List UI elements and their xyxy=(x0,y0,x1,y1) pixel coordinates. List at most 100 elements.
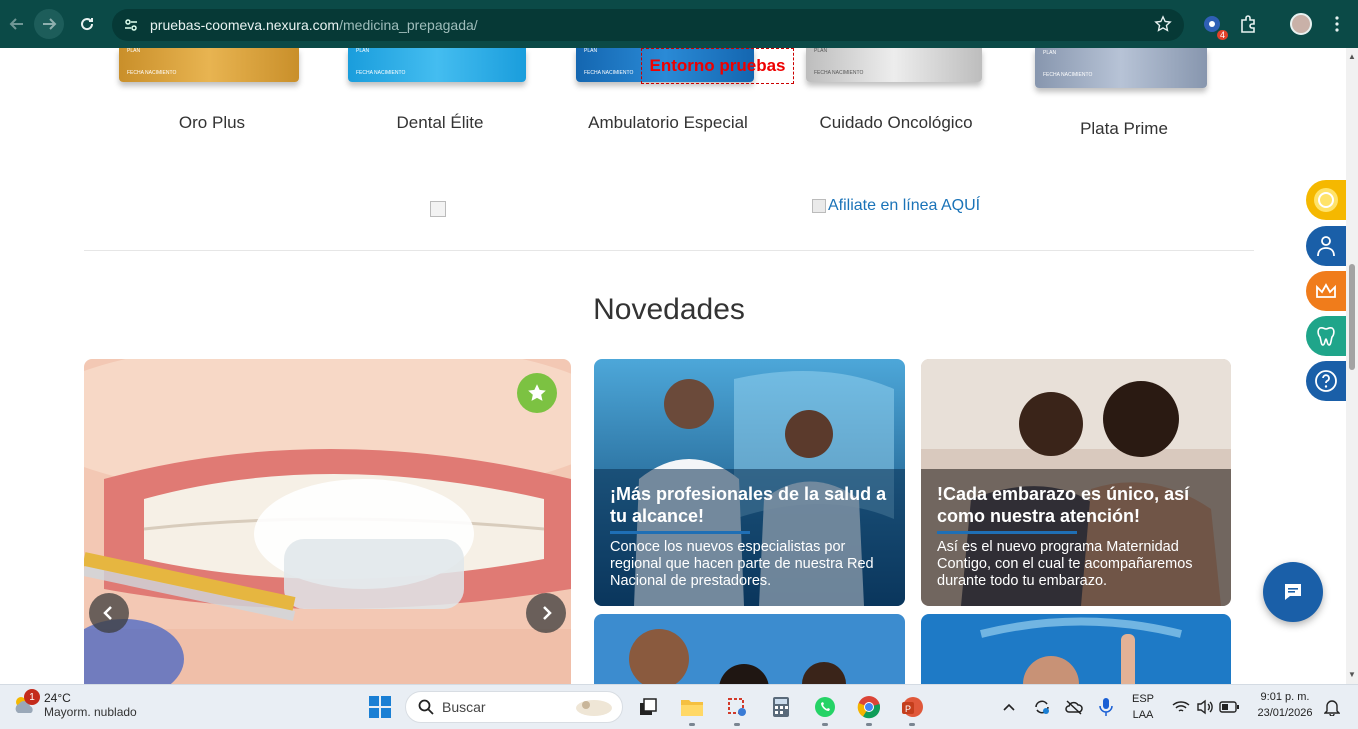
plan-name[interactable]: Dental Élite xyxy=(340,113,540,133)
doctor-button[interactable] xyxy=(1306,226,1346,266)
menu-kebab-icon[interactable] xyxy=(1325,12,1349,36)
weather-badge: 1 xyxy=(24,689,40,705)
section-title: Novedades xyxy=(593,293,745,326)
doctor-icon xyxy=(1317,236,1335,257)
url-host: pruebas-coomeva.nexura.com xyxy=(150,17,340,33)
forward-button[interactable] xyxy=(34,9,64,39)
tooth-button[interactable] xyxy=(1306,316,1346,356)
battery-icon[interactable] xyxy=(1215,693,1243,721)
chevron-left-icon xyxy=(103,606,112,620)
running-indicator xyxy=(734,723,740,726)
news-text: Conoce los nuevos especialistas por regi… xyxy=(610,539,874,589)
weather-desc: Mayorm. nublado xyxy=(44,705,137,719)
calculator-icon[interactable] xyxy=(767,693,795,721)
crown-icon xyxy=(1316,283,1336,298)
news-card-maternidad[interactable]: !Cada embarazo es único, así como nuestr… xyxy=(921,359,1231,606)
man-pointing-photo xyxy=(921,614,1231,684)
task-view-icon[interactable] xyxy=(634,693,662,721)
svg-text:P: P xyxy=(905,704,911,714)
page-viewport: PLAN FECHA NACIMIENTO PLAN FECHA NACIMIE… xyxy=(0,48,1346,684)
news-underline xyxy=(610,531,750,534)
microphone-icon[interactable] xyxy=(1092,693,1120,721)
news-text: Así es el nuevo programa Maternidad Cont… xyxy=(937,539,1193,589)
clock[interactable]: 9:01 p. m. 23/01/2026 xyxy=(1250,691,1320,719)
news-title: ¡Más profesionales de la salud a tu alca… xyxy=(610,484,887,526)
news-card-professionals[interactable]: ¡Más profesionales de la salud a tu alca… xyxy=(594,359,905,606)
help-icon xyxy=(1315,370,1337,392)
weather-widget[interactable]: 1 24°C Mayorm. nublado xyxy=(10,689,137,719)
scroll-up-icon[interactable]: ▲ xyxy=(1348,52,1356,61)
favorite-badge[interactable] xyxy=(517,373,557,413)
running-indicator xyxy=(909,723,915,726)
chat-icon xyxy=(1285,584,1301,600)
plan-name[interactable]: Oro Plus xyxy=(112,113,312,133)
running-indicator xyxy=(866,723,872,726)
plan-card-oro-plus[interactable]: PLAN FECHA NACIMIENTO xyxy=(119,48,299,82)
extension-icon[interactable]: 4 xyxy=(1200,12,1228,40)
environment-label: Entorno pruebas xyxy=(641,48,794,84)
whatsapp-icon[interactable] xyxy=(811,693,839,721)
plan-card-plata-prime[interactable]: PLAN FECHA NACIMIENTO xyxy=(1035,48,1207,88)
broken-image[interactable] xyxy=(430,201,446,217)
plan-name[interactable]: Cuidado Oncológico xyxy=(796,113,996,133)
puzzle-icon[interactable] xyxy=(1236,12,1260,36)
url-path: /medicina_prepagada/ xyxy=(339,17,478,33)
crown-button[interactable] xyxy=(1306,271,1346,311)
plan-name[interactable]: Plata Prime xyxy=(1024,119,1224,139)
file-explorer-icon[interactable] xyxy=(678,693,706,721)
powerpoint-icon[interactable]: P xyxy=(898,693,926,721)
browser-toolbar: pruebas-coomeva.nexura.com/medicina_prep… xyxy=(0,0,1358,48)
taskbar-search[interactable]: Buscar xyxy=(405,691,623,723)
notification-bell-icon[interactable] xyxy=(1318,693,1346,721)
tray-overflow-icon[interactable] xyxy=(995,693,1023,721)
plan-card-dental-elite[interactable]: PLAN FECHA NACIMIENTO xyxy=(348,48,526,82)
weather-temp: 24°C xyxy=(44,691,71,705)
scroll-thumb[interactable] xyxy=(1349,264,1355,370)
running-indicator xyxy=(822,723,828,726)
toothbrush-photo xyxy=(84,359,571,684)
scroll-down-icon[interactable]: ▼ xyxy=(1348,670,1356,679)
chrome-icon[interactable] xyxy=(855,693,883,721)
address-bar[interactable]: pruebas-coomeva.nexura.com/medicina_prep… xyxy=(112,9,1184,41)
arrow-right-icon xyxy=(43,18,57,30)
family-photo xyxy=(594,614,905,684)
windows-start-icon[interactable] xyxy=(366,693,394,721)
cloud-off-icon[interactable] xyxy=(1060,693,1088,721)
date-text: 23/01/2026 xyxy=(1257,707,1313,719)
back-button[interactable] xyxy=(2,9,32,39)
time-text: 9:01 p. m. xyxy=(1260,691,1310,703)
news-title: !Cada embarazo es único, así como nuestr… xyxy=(937,484,1190,526)
site-settings-icon[interactable] xyxy=(116,10,146,40)
coin-button[interactable] xyxy=(1306,180,1346,220)
plan-name[interactable]: Ambulatorio Especial xyxy=(568,113,768,133)
language-code: ESP xyxy=(1131,693,1154,705)
reload-button[interactable] xyxy=(72,9,102,39)
carousel-hero[interactable] xyxy=(84,359,571,684)
help-button[interactable] xyxy=(1306,361,1346,401)
page-scrollbar[interactable]: ▲ ▼ xyxy=(1346,48,1358,684)
news-card[interactable] xyxy=(594,614,905,684)
chat-button[interactable] xyxy=(1263,562,1323,622)
afiliate-link-text: Afiliate en línea AQUÍ xyxy=(828,197,981,214)
arrow-left-icon xyxy=(9,18,23,30)
snipping-tool-icon[interactable] xyxy=(723,693,751,721)
chevron-right-icon xyxy=(543,606,552,620)
search-icon xyxy=(418,699,434,715)
broken-image-icon xyxy=(812,199,826,213)
afiliate-link[interactable]: Afiliate en línea AQUÍ xyxy=(812,197,980,215)
news-underline xyxy=(937,531,1077,534)
language-indicator[interactable]: ESP LAA xyxy=(1128,693,1158,721)
taskbar: 1 24°C Mayorm. nublado Buscar P ESP LAA … xyxy=(0,684,1358,729)
plan-card-oncologico[interactable]: PLAN FECHA NACIMIENTO xyxy=(806,48,982,82)
carousel-prev-button[interactable] xyxy=(89,593,129,633)
carousel-next-button[interactable] xyxy=(526,593,566,633)
extension-badge: 4 xyxy=(1216,30,1228,40)
search-highlight-icon xyxy=(576,700,612,716)
url-text: pruebas-coomeva.nexura.com/medicina_prep… xyxy=(150,17,478,33)
sync-icon[interactable] xyxy=(1028,693,1056,721)
profile-avatar[interactable] xyxy=(1289,12,1313,36)
bookmark-star-icon[interactable] xyxy=(1154,15,1172,38)
news-card[interactable] xyxy=(921,614,1231,684)
reload-icon xyxy=(81,18,94,31)
tooth-icon xyxy=(1317,326,1335,346)
